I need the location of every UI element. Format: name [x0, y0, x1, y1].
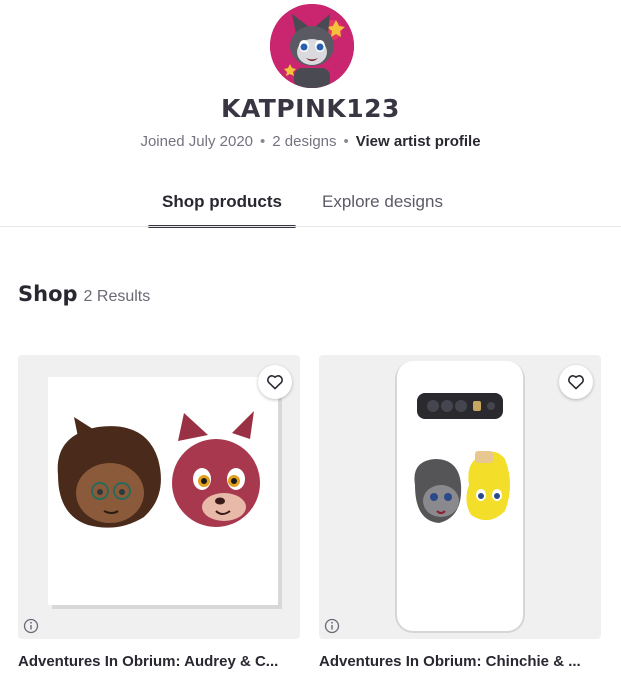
favorite-button[interactable] [559, 365, 593, 399]
product-title[interactable]: Adventures In Obrium: Chinchie & ... [319, 653, 601, 670]
tab-explore-designs[interactable]: Explore designs [322, 192, 443, 228]
info-circle-icon[interactable] [324, 618, 340, 634]
results-count: 2 Results [83, 288, 151, 305]
profile-tabs: Shop products Explore designs [0, 192, 621, 228]
view-artist-profile-link[interactable]: View artist profile [356, 133, 481, 150]
shop-title: Shop [18, 282, 78, 306]
cat-avatar-icon [270, 4, 354, 88]
tab-shop-products[interactable]: Shop products [148, 192, 296, 228]
design-count: 2 designs [272, 133, 337, 150]
product-card[interactable]: Adventures In Obrium: Chinchie & ... [319, 355, 601, 670]
separator-dot: • [260, 133, 266, 150]
info-circle-icon[interactable] [23, 618, 39, 634]
art-print-image [48, 377, 282, 609]
artist-meta: Joined July 2020 • 2 designs • View artist p… [0, 133, 621, 150]
phone-case-image [395, 361, 525, 633]
artist-name: KATPINK123 [221, 94, 400, 123]
product-image[interactable] [319, 355, 601, 639]
artist-avatar [270, 4, 354, 88]
joined-date: Joined July 2020 [140, 133, 254, 150]
product-card[interactable]: Adventures In Obrium: Audrey & C... [18, 355, 300, 670]
tab-label: Shop products [162, 192, 282, 211]
tab-label: Explore designs [322, 192, 443, 211]
product-title[interactable]: Adventures In Obrium: Audrey & C... [18, 653, 300, 670]
shop-heading: Shop 2 Results [18, 282, 150, 306]
tabs-divider [0, 226, 621, 227]
heart-outline-icon [267, 375, 283, 390]
separator-dot: • [343, 133, 349, 150]
product-image[interactable] [18, 355, 300, 639]
favorite-button[interactable] [258, 365, 292, 399]
heart-outline-icon [568, 375, 584, 390]
